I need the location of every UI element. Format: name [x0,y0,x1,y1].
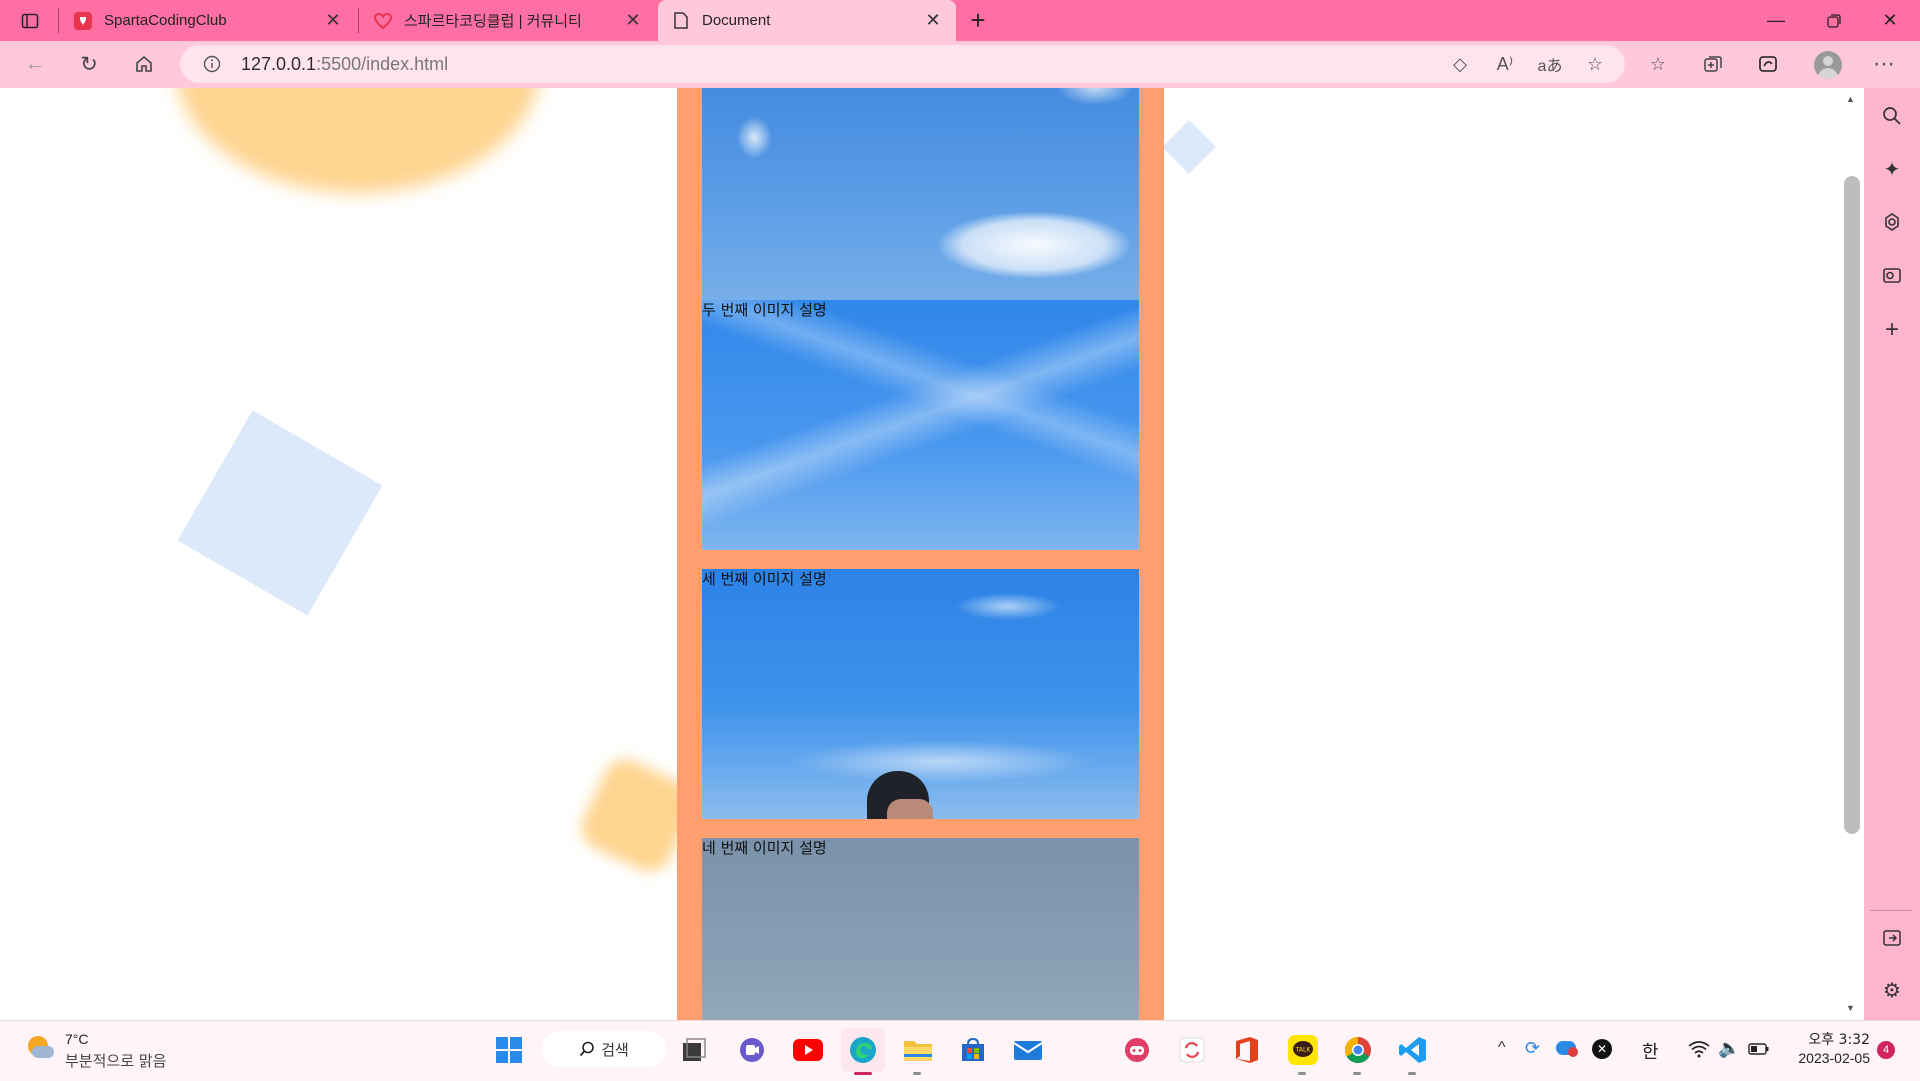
deco-blue-diamond [1162,120,1216,174]
weather-temperature: 7°C [65,1031,89,1047]
outlook-icon[interactable] [1872,255,1912,295]
edge-icon[interactable] [841,1028,885,1072]
tab-separator [58,8,59,33]
person-face [887,799,933,819]
tab-title: 스파르타코딩클럽 | 커뮤니티 [404,13,582,30]
scroll-up-arrow[interactable]: ▲ [1846,94,1855,104]
back-icon[interactable]: ← [15,44,55,84]
close-icon[interactable]: ✕ [624,10,642,31]
office-icon[interactable] [1225,1028,1269,1072]
tab-spartacodingclub[interactable]: SpartaCodingClub ✕ [60,0,356,41]
mail-icon[interactable] [1006,1028,1050,1072]
explorer-running-indicator [913,1072,921,1075]
teams-chat-icon[interactable] [730,1028,774,1072]
scrollbar-thumb[interactable] [1844,176,1860,834]
vscode-icon[interactable] [1391,1028,1435,1072]
document-favicon [672,12,690,30]
read-aloud-icon[interactable]: A⁾ [1487,46,1523,82]
volume-icon[interactable]: 🔈 [1718,1038,1740,1059]
tab-title: SpartaCodingClub [104,12,227,29]
sidebar-toggle-icon[interactable] [1872,918,1912,958]
chrome-running-indicator [1353,1072,1361,1075]
taskbar-search-box[interactable]: 검색 [542,1031,666,1067]
partly-sunny-icon [26,1034,54,1062]
edge-running-indicator [854,1072,872,1075]
weather-description: 부분적으로 맑음 [65,1052,167,1070]
url-text[interactable]: 127.0.0.1:5500/index.html [241,52,448,76]
windows-start-icon[interactable] [487,1028,531,1072]
browser-essentials-icon[interactable] [1750,46,1786,82]
sparta-favicon [74,11,92,30]
image-card [702,88,1139,300]
heart-favicon [374,12,392,30]
microsoft-store-icon[interactable] [951,1028,995,1072]
file-explorer-icon[interactable] [896,1028,940,1072]
tab-document[interactable]: Document ✕ [658,0,956,41]
minimize-button[interactable]: — [1748,0,1804,41]
home-icon[interactable] [124,44,164,84]
page-viewport: 두 번째 이미지 설명 세 번째 이미지 설명 네 번째 이미지 설명 [0,88,1842,1020]
wifi-icon[interactable] [1688,1040,1710,1063]
site-info-icon[interactable] [194,46,230,82]
search-label: 검색 [601,1040,629,1059]
add-icon[interactable]: + [1872,310,1912,350]
svg-text:TALK: TALK [1295,1047,1312,1054]
image-caption: 네 번째 이미지 설명 [702,839,827,857]
favorite-add-icon[interactable]: ☆ [1577,46,1613,82]
image-card: 네 번째 이미지 설명 [702,838,1139,1020]
tab-separator [358,8,359,33]
window-close-button[interactable]: ✕ [1862,0,1918,41]
battery-icon[interactable] [1748,1041,1770,1062]
deco-orange-blob [175,88,540,193]
deco-blue-square [177,410,383,616]
sidebar-divider [1870,910,1912,911]
image-card: 세 번째 이미지 설명 [702,569,1139,819]
clock-time[interactable]: 오후 3:32 [1782,1029,1870,1049]
x-tray-icon[interactable]: ✕ [1592,1039,1612,1059]
chrome-icon[interactable] [1336,1028,1380,1072]
copilot-icon[interactable]: ✦ [1872,149,1912,189]
search-icon[interactable] [1872,96,1912,136]
url-path: :5500/index.html [316,54,449,74]
task-view-icon[interactable] [672,1028,716,1072]
ime-indicator[interactable]: 한 [1642,1038,1659,1064]
sync-tray-icon[interactable]: ⟳ [1525,1038,1540,1059]
tab-title: Document [702,12,771,29]
image-column: 두 번째 이미지 설명 세 번째 이미지 설명 네 번째 이미지 설명 [677,88,1164,1020]
collections-icon[interactable] [1695,46,1731,82]
youtube-icon[interactable] [786,1028,830,1072]
close-icon[interactable]: ✕ [924,10,942,31]
restore-button[interactable] [1806,0,1862,41]
tab-actions-icon[interactable] [10,0,50,41]
more-icon[interactable]: ⋯ [1866,46,1902,82]
onedrive-icon[interactable] [1556,1041,1578,1057]
sync-app-icon[interactable] [1170,1028,1214,1072]
image-card: 두 번째 이미지 설명 [702,300,1139,550]
favorites-icon[interactable]: ☆ [1640,46,1676,82]
discord-like-app-icon[interactable] [1115,1028,1159,1072]
scroll-down-arrow[interactable]: ▼ [1846,1003,1855,1013]
new-tab-button[interactable]: + [958,0,998,41]
image-caption: 세 번째 이미지 설명 [702,570,827,588]
chevron-up-icon[interactable]: ^ [1498,1039,1506,1057]
refresh-icon[interactable]: ↻ [69,44,109,84]
clock-date[interactable]: 2023-02-05 [1782,1050,1870,1066]
kakaotalk-icon[interactable]: TALK [1281,1028,1325,1072]
notification-badge[interactable]: 4 [1877,1041,1895,1059]
url-host: 127.0.0.1 [241,54,317,74]
shopping-icon[interactable] [1872,202,1912,242]
kakaotalk-running-indicator [1298,1072,1306,1075]
tracking-prevention-icon[interactable]: ◇ [1442,46,1478,82]
tab-sparta-community[interactable]: 스파르타코딩클럽 | 커뮤니티 ✕ [360,0,656,41]
image-caption: 두 번째 이미지 설명 [702,301,827,319]
profile-icon[interactable] [1814,51,1842,79]
settings-icon[interactable]: ⚙ [1872,970,1912,1010]
vscode-running-indicator [1408,1072,1416,1075]
search-icon [580,1041,594,1057]
close-icon[interactable]: ✕ [324,10,342,31]
translate-icon[interactable]: aあ [1532,46,1568,82]
